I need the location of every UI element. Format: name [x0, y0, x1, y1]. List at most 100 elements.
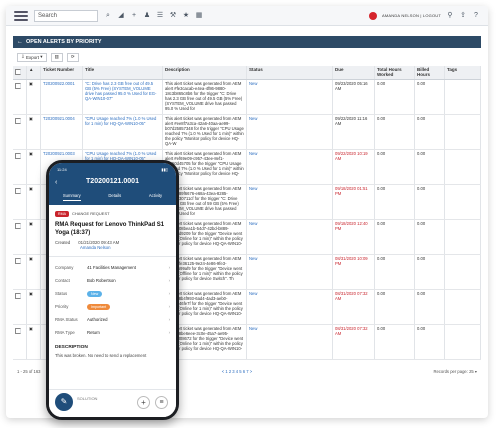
description-heading: DESCRIPTION [55, 345, 88, 350]
link-icon[interactable]: ⚲ [446, 12, 454, 20]
row-checkbox[interactable] [13, 290, 27, 324]
ticket-title[interactable]: "C: Drive has 2.3 GB free out of 49.5 GB… [83, 80, 163, 114]
mobile-field[interactable]: RMA Status Authorized › [55, 317, 170, 322]
row-icon[interactable]: ▣ [27, 325, 41, 359]
ticket-hours: 0.00 [375, 115, 415, 149]
ticket-billed: 0.00 [415, 325, 445, 359]
plus-icon: + [141, 398, 146, 407]
pencil-icon: ✎ [60, 397, 68, 406]
search-icon[interactable]: ⌕ [104, 12, 112, 20]
row-icon[interactable]: ▣ [27, 290, 41, 324]
ticket-tags [445, 255, 481, 289]
search-input[interactable]: Search [34, 9, 98, 22]
row-checkbox[interactable] [13, 80, 27, 114]
avatar[interactable] [368, 11, 377, 20]
mobile-tabs: Summary Details Activity [49, 193, 176, 201]
field-value-wrap: 41 Facilities Management [87, 265, 169, 270]
ticket-due: 08/31/2020 07:32 AM [333, 290, 375, 324]
row-checkbox[interactable] [13, 255, 27, 289]
add-button[interactable]: + [137, 396, 150, 409]
refresh-button[interactable]: ⟳ [66, 52, 79, 62]
header-sort[interactable]: ▲ [27, 66, 41, 79]
mobile-field[interactable]: RMA Type Return › [55, 330, 170, 335]
mobile-fields: Company 41 Facilities Management › Contact B… [55, 265, 170, 335]
star-icon[interactable]: ★ [182, 12, 190, 20]
row-icon[interactable]: ▣ [27, 220, 41, 254]
tab-summary[interactable]: Summary [62, 193, 81, 201]
row-checkbox[interactable] [13, 115, 27, 149]
row-checkbox[interactable] [13, 220, 27, 254]
row-icon[interactable]: ▣ [27, 115, 41, 149]
row-checkbox[interactable] [13, 150, 27, 184]
row-icon[interactable]: ▣ [27, 185, 41, 219]
user-name[interactable]: AMANDA NELSON | LOGOUT [382, 13, 441, 18]
export-button[interactable]: ⇩ Export ▾ [17, 52, 47, 62]
panel-title: OPEN ALERTS BY PRIORITY [26, 39, 102, 45]
col-status[interactable]: Status [247, 66, 333, 79]
mobile-field[interactable]: Priority Important › [55, 304, 170, 310]
tab-details[interactable]: Details [108, 193, 121, 201]
mobile-field[interactable]: Contact Bob Robertson › [55, 278, 170, 283]
ticket-due: 09/18/2020 01:51 PM [333, 185, 375, 219]
col-description[interactable]: Description [163, 66, 247, 79]
tab-activity[interactable]: Activity [149, 193, 162, 201]
export-label: Export [26, 54, 40, 60]
ticket-status: New [247, 255, 333, 289]
row-icon[interactable]: ▣ [27, 150, 41, 184]
field-label: RMA Status [55, 317, 78, 322]
row-checkbox[interactable] [13, 325, 27, 359]
table-row[interactable]: ▣ T20200922.0001 "C: Drive has 2.3 GB free… [13, 80, 481, 115]
share-icon[interactable]: ⇪ [459, 12, 467, 20]
ticket-number[interactable]: T20200922.0001 [41, 80, 83, 114]
chevron-right-icon: › [168, 265, 170, 270]
col-due[interactable]: Due [333, 66, 375, 79]
ticket-hours: 0.00 [375, 255, 415, 289]
pagination[interactable]: < 1 2 3 4 5 6 7 > [222, 369, 253, 374]
user-icon[interactable]: ♟ [143, 12, 151, 20]
ticket-billed: 0.00 [415, 115, 445, 149]
ticket-description: This alert ticket was generated from AEM… [163, 115, 247, 149]
header-checkbox[interactable] [13, 66, 27, 79]
ticket-due: 09/22/2020 11:16 AM [333, 115, 375, 149]
calendar-icon[interactable]: ▦ [195, 12, 203, 20]
tool-icon[interactable]: ⚒ [169, 12, 177, 20]
records-per-page-select[interactable]: 25 [469, 369, 474, 374]
field-label: RMA Type [55, 330, 75, 335]
created-by[interactable]: Amanda Nelson [80, 245, 170, 250]
menu-icon[interactable] [14, 10, 28, 21]
grid-toolbar: ⇩ Export ▾ ▥ ⟳ [13, 51, 481, 63]
ticket-status: New [247, 80, 333, 114]
chart-icon[interactable]: ◢ [117, 12, 125, 20]
mobile-field[interactable]: Status New › [55, 291, 170, 297]
ticket-billed: 0.00 [415, 80, 445, 114]
row-icon[interactable]: ▣ [27, 80, 41, 114]
help-icon[interactable]: ? [472, 12, 480, 20]
columns-button[interactable]: ▥ [50, 52, 63, 62]
row-checkbox[interactable] [13, 185, 27, 219]
table-row[interactable]: ▣ T20200921.0004 "CPU Usage reached 7% (1.… [13, 115, 481, 150]
menu-lines-icon: ≡ [159, 399, 164, 406]
ticket-status: New [247, 185, 333, 219]
col-tags[interactable]: Tags [445, 66, 481, 79]
field-value-wrap: Authorized [87, 317, 169, 322]
back-arrow-icon[interactable]: ← [17, 39, 23, 45]
list-icon[interactable]: ☰ [156, 12, 164, 20]
add-icon[interactable]: + [130, 12, 138, 20]
ticket-title[interactable]: "CPU Usage reached 7% (1.0 % Used for 1 … [83, 115, 163, 149]
col-billed-hours[interactable]: Billed Hours [415, 66, 445, 79]
col-title[interactable]: Title [83, 66, 163, 79]
row-icon[interactable]: ▣ [27, 255, 41, 289]
col-ticket-number[interactable]: Ticket Number [41, 66, 83, 79]
record-count: 1 - 25 of 163 [17, 368, 41, 374]
mobile-field[interactable]: Company 41 Facilities Management › [55, 265, 170, 270]
status-badge: New [87, 291, 103, 297]
mobile-clock: 11:24 [57, 167, 67, 172]
edit-button[interactable]: ✎ [55, 393, 73, 411]
solution-label: SOLUTION [77, 396, 98, 401]
ticket-status: New [247, 220, 333, 254]
ticket-status: New [247, 115, 333, 149]
ticket-due: 09/22/2020 10:19 AM [333, 150, 375, 184]
ticket-number[interactable]: T20200921.0004 [41, 115, 83, 149]
col-total-hours[interactable]: Total Hours Worked [375, 66, 415, 79]
menu-button[interactable]: ≡ [155, 396, 168, 409]
